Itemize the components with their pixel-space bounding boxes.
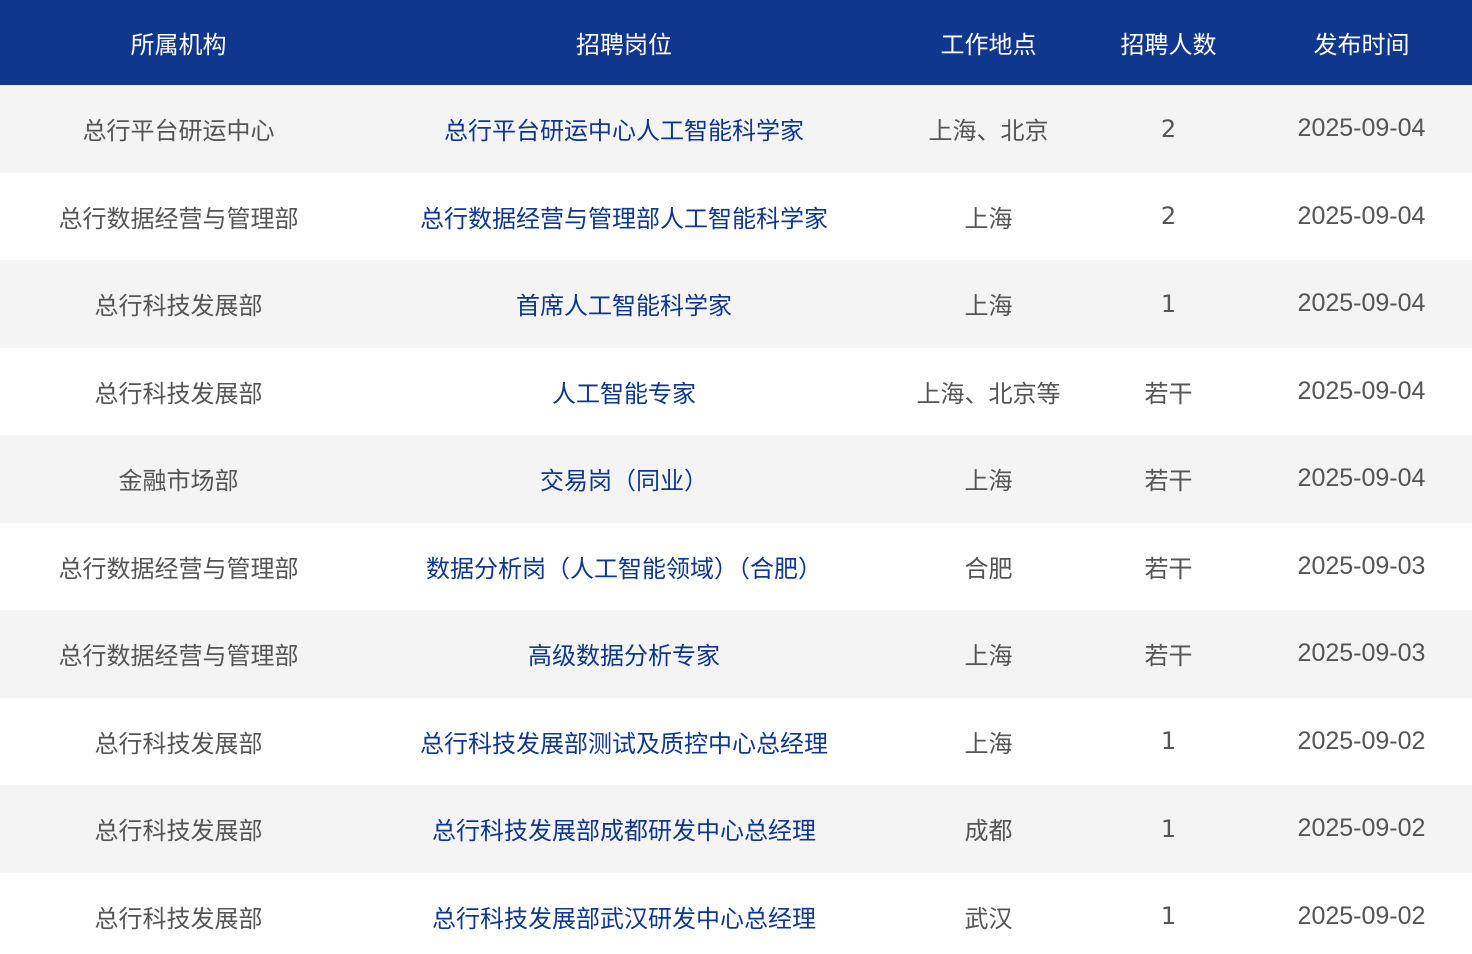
- cell-date: 2025-09-04: [1297, 464, 1426, 493]
- position-link[interactable]: 总行平台研运中心人工智能科学家: [444, 117, 804, 145]
- cell-count: 若干: [1144, 467, 1193, 496]
- cell-location: 上海、北京等: [916, 379, 1061, 408]
- position-link[interactable]: 高级数据分析专家: [528, 642, 720, 670]
- table-row: 总行平台研运中心 总行平台研运中心人工智能科学家 上海、北京 2 2025-09…: [0, 85, 1472, 173]
- cell-position[interactable]: 高级数据分析专家: [357, 610, 891, 698]
- header-count: 招聘人数: [1120, 31, 1217, 59]
- header-position: 招聘岗位: [576, 31, 672, 59]
- position-link[interactable]: 首席人工智能科学家: [516, 292, 732, 320]
- cell-location: 合肥: [964, 554, 1013, 583]
- header-org: 所属机构: [130, 31, 227, 59]
- cell-count: 若干: [1144, 554, 1193, 583]
- cell-location: 上海、北京: [928, 117, 1049, 146]
- table-row: 总行科技发展部 人工智能专家 上海、北京等 若干 2025-09-04: [0, 347, 1472, 436]
- cell-location: 上海: [964, 292, 1013, 321]
- cell-count: 1: [1160, 902, 1177, 931]
- table-row: 总行科技发展部 首席人工智能科学家 上海 1 2025-09-04: [0, 260, 1472, 348]
- cell-position[interactable]: 人工智能专家: [357, 348, 891, 436]
- cell-position[interactable]: 数据分析岗（人工智能领域）（合肥）: [357, 523, 891, 611]
- cell-location: 上海: [964, 729, 1013, 758]
- cell-org: 总行科技发展部: [94, 904, 263, 933]
- cell-location: 成都: [964, 817, 1013, 846]
- table-row: 金融市场部 交易岗（同业） 上海 若干 2025-09-04: [0, 435, 1472, 523]
- cell-count: 1: [1160, 814, 1177, 843]
- cell-date: 2025-09-03: [1297, 551, 1426, 580]
- cell-date: 2025-09-04: [1297, 376, 1426, 405]
- cell-org: 总行数据经营与管理部: [58, 554, 299, 583]
- cell-count: 2: [1160, 114, 1177, 143]
- cell-org: 总行数据经营与管理部: [58, 204, 299, 233]
- cell-count: 1: [1160, 289, 1177, 318]
- table-row: 总行数据经营与管理部 数据分析岗（人工智能领域）（合肥） 合肥 若干 2025-…: [0, 522, 1472, 611]
- cell-date: 2025-09-04: [1297, 201, 1426, 230]
- cell-count: 若干: [1144, 642, 1193, 671]
- cell-date: 2025-09-04: [1297, 289, 1426, 318]
- cell-count: 若干: [1144, 379, 1193, 408]
- cell-location: 武汉: [964, 904, 1013, 933]
- table-row: 总行科技发展部 总行科技发展部测试及质控中心总经理 上海 1 2025-09-0…: [0, 697, 1472, 786]
- table-row: 总行数据经营与管理部 高级数据分析专家 上海 若干 2025-09-03: [0, 610, 1472, 698]
- cell-org: 总行科技发展部: [94, 729, 263, 758]
- position-link[interactable]: 数据分析岗（人工智能领域）（合肥）: [426, 555, 822, 583]
- table-row: 总行科技发展部 总行科技发展部武汉研发中心总经理 武汉 1 2025-09-02: [0, 872, 1472, 954]
- header-row: 所属机构 招聘岗位 工作地点 招聘人数 发布时间: [0, 0, 1472, 85]
- position-link[interactable]: 总行科技发展部测试及质控中心总经理: [420, 730, 828, 758]
- job-listing-table: 所属机构 招聘岗位 工作地点 招聘人数 发布时间 总行平台研运中心 总行平台研运…: [0, 0, 1472, 954]
- cell-date: 2025-09-03: [1297, 639, 1426, 668]
- cell-count: 1: [1160, 727, 1177, 756]
- cell-org: 金融市场部: [118, 467, 239, 496]
- cell-position[interactable]: 总行科技发展部武汉研发中心总经理: [357, 873, 891, 954]
- table-body: 总行平台研运中心 总行平台研运中心人工智能科学家 上海、北京 2 2025-09…: [0, 85, 1472, 954]
- cell-position[interactable]: 总行科技发展部成都研发中心总经理: [357, 785, 891, 873]
- position-link[interactable]: 总行科技发展部武汉研发中心总经理: [432, 905, 816, 933]
- cell-location: 上海: [964, 467, 1013, 496]
- cell-position[interactable]: 总行数据经营与管理部人工智能科学家: [357, 173, 891, 261]
- cell-org: 总行科技发展部: [94, 817, 263, 846]
- table-row: 总行数据经营与管理部 总行数据经营与管理部人工智能科学家 上海 2 2025-0…: [0, 172, 1472, 261]
- position-link[interactable]: 交易岗（同业）: [540, 467, 708, 495]
- cell-date: 2025-09-02: [1297, 726, 1426, 755]
- cell-org: 总行科技发展部: [94, 292, 263, 321]
- cell-position[interactable]: 首席人工智能科学家: [357, 260, 891, 348]
- cell-position[interactable]: 总行科技发展部测试及质控中心总经理: [357, 698, 891, 786]
- table-header: 所属机构 招聘岗位 工作地点 招聘人数 发布时间: [0, 0, 1472, 85]
- position-link[interactable]: 总行数据经营与管理部人工智能科学家: [420, 205, 828, 233]
- cell-position[interactable]: 交易岗（同业）: [357, 435, 891, 523]
- position-link[interactable]: 人工智能专家: [552, 380, 696, 408]
- cell-org: 总行科技发展部: [94, 379, 263, 408]
- cell-location: 上海: [964, 642, 1013, 671]
- cell-org: 总行平台研运中心: [82, 117, 275, 146]
- header-location: 工作地点: [940, 31, 1037, 59]
- cell-date: 2025-09-04: [1297, 114, 1426, 143]
- cell-date: 2025-09-02: [1297, 814, 1426, 843]
- table-row: 总行科技发展部 总行科技发展部成都研发中心总经理 成都 1 2025-09-02: [0, 785, 1472, 873]
- position-link[interactable]: 总行科技发展部成都研发中心总经理: [432, 817, 816, 845]
- cell-date: 2025-09-02: [1297, 901, 1426, 930]
- cell-position[interactable]: 总行平台研运中心人工智能科学家: [357, 85, 891, 173]
- header-date: 发布时间: [1313, 31, 1410, 59]
- cell-count: 2: [1160, 202, 1177, 231]
- cell-org: 总行数据经营与管理部: [58, 642, 299, 671]
- cell-location: 上海: [964, 204, 1013, 233]
